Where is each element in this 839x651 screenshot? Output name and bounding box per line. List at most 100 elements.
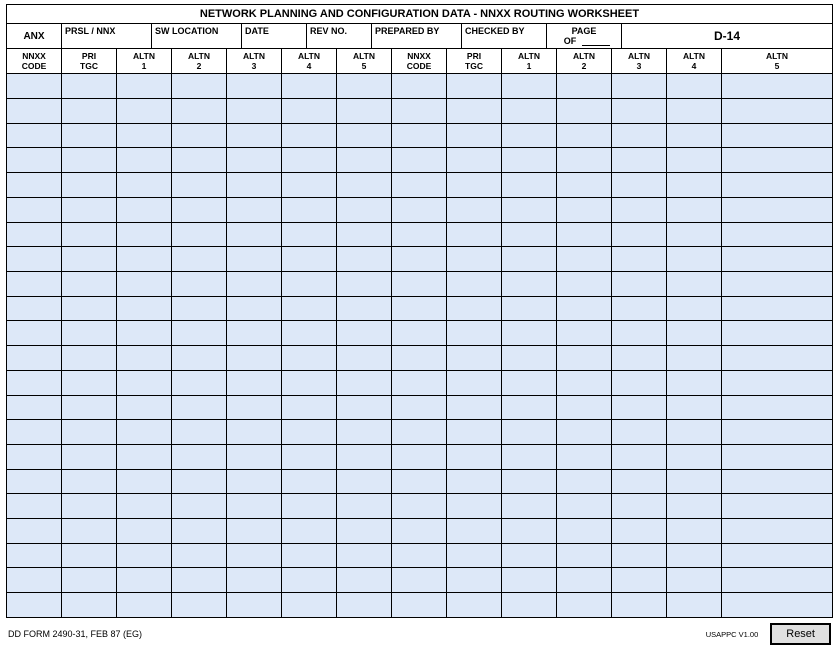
data-cell[interactable]	[557, 593, 612, 617]
data-cell[interactable]	[62, 223, 117, 247]
reset-button[interactable]: Reset	[770, 623, 831, 645]
data-cell[interactable]	[502, 247, 557, 271]
data-cell[interactable]	[722, 247, 832, 271]
data-cell[interactable]	[447, 74, 502, 98]
data-cell[interactable]	[502, 124, 557, 148]
data-cell[interactable]	[612, 247, 667, 271]
data-cell[interactable]	[392, 494, 447, 518]
data-cell[interactable]	[62, 396, 117, 420]
data-cell[interactable]	[612, 494, 667, 518]
data-cell[interactable]	[722, 223, 832, 247]
data-cell[interactable]	[7, 99, 62, 123]
data-cell[interactable]	[117, 272, 172, 296]
data-cell[interactable]	[117, 396, 172, 420]
data-cell[interactable]	[667, 494, 722, 518]
data-cell[interactable]	[227, 396, 282, 420]
data-cell[interactable]	[392, 371, 447, 395]
data-cell[interactable]	[722, 445, 832, 469]
data-cell[interactable]	[337, 321, 392, 345]
data-cell[interactable]	[117, 568, 172, 592]
data-cell[interactable]	[337, 519, 392, 543]
data-cell[interactable]	[612, 420, 667, 444]
data-cell[interactable]	[447, 420, 502, 444]
data-cell[interactable]	[337, 272, 392, 296]
data-cell[interactable]	[502, 494, 557, 518]
data-cell[interactable]	[557, 99, 612, 123]
data-cell[interactable]	[447, 247, 502, 271]
data-cell[interactable]	[392, 74, 447, 98]
data-cell[interactable]	[722, 173, 832, 197]
data-cell[interactable]	[337, 297, 392, 321]
data-cell[interactable]	[282, 470, 337, 494]
data-cell[interactable]	[722, 272, 832, 296]
data-cell[interactable]	[502, 420, 557, 444]
data-cell[interactable]	[722, 198, 832, 222]
data-cell[interactable]	[667, 470, 722, 494]
data-cell[interactable]	[337, 445, 392, 469]
data-cell[interactable]	[722, 74, 832, 98]
data-cell[interactable]	[667, 445, 722, 469]
data-cell[interactable]	[667, 198, 722, 222]
data-cell[interactable]	[337, 247, 392, 271]
data-cell[interactable]	[282, 272, 337, 296]
data-cell[interactable]	[337, 346, 392, 370]
data-cell[interactable]	[337, 420, 392, 444]
data-cell[interactable]	[502, 568, 557, 592]
data-cell[interactable]	[392, 247, 447, 271]
data-cell[interactable]	[447, 396, 502, 420]
data-cell[interactable]	[722, 420, 832, 444]
data-cell[interactable]	[447, 148, 502, 172]
data-cell[interactable]	[117, 198, 172, 222]
data-cell[interactable]	[667, 173, 722, 197]
data-cell[interactable]	[502, 74, 557, 98]
data-cell[interactable]	[447, 593, 502, 617]
data-cell[interactable]	[337, 470, 392, 494]
data-cell[interactable]	[612, 148, 667, 172]
data-cell[interactable]	[117, 544, 172, 568]
data-cell[interactable]	[62, 544, 117, 568]
data-cell[interactable]	[282, 198, 337, 222]
data-cell[interactable]	[227, 445, 282, 469]
data-cell[interactable]	[282, 321, 337, 345]
data-cell[interactable]	[172, 198, 227, 222]
data-cell[interactable]	[62, 297, 117, 321]
data-cell[interactable]	[667, 74, 722, 98]
data-cell[interactable]	[227, 519, 282, 543]
data-cell[interactable]	[502, 148, 557, 172]
data-cell[interactable]	[282, 124, 337, 148]
data-cell[interactable]	[392, 321, 447, 345]
data-cell[interactable]	[722, 124, 832, 148]
data-cell[interactable]	[447, 173, 502, 197]
data-cell[interactable]	[282, 297, 337, 321]
data-cell[interactable]	[557, 321, 612, 345]
data-cell[interactable]	[7, 544, 62, 568]
data-cell[interactable]	[7, 593, 62, 617]
data-cell[interactable]	[227, 74, 282, 98]
data-cell[interactable]	[282, 346, 337, 370]
data-cell[interactable]	[7, 74, 62, 98]
data-cell[interactable]	[447, 544, 502, 568]
data-cell[interactable]	[612, 74, 667, 98]
data-cell[interactable]	[117, 173, 172, 197]
data-cell[interactable]	[227, 544, 282, 568]
data-cell[interactable]	[172, 568, 227, 592]
data-cell[interactable]	[337, 223, 392, 247]
data-cell[interactable]	[337, 198, 392, 222]
data-cell[interactable]	[337, 494, 392, 518]
data-cell[interactable]	[392, 544, 447, 568]
data-cell[interactable]	[612, 470, 667, 494]
data-cell[interactable]	[7, 297, 62, 321]
data-cell[interactable]	[447, 321, 502, 345]
data-cell[interactable]	[7, 568, 62, 592]
data-cell[interactable]	[62, 519, 117, 543]
data-cell[interactable]	[557, 346, 612, 370]
data-cell[interactable]	[282, 420, 337, 444]
data-cell[interactable]	[392, 470, 447, 494]
data-cell[interactable]	[502, 346, 557, 370]
data-cell[interactable]	[117, 124, 172, 148]
data-cell[interactable]	[227, 124, 282, 148]
data-cell[interactable]	[392, 593, 447, 617]
data-cell[interactable]	[282, 593, 337, 617]
data-cell[interactable]	[117, 346, 172, 370]
data-cell[interactable]	[7, 420, 62, 444]
